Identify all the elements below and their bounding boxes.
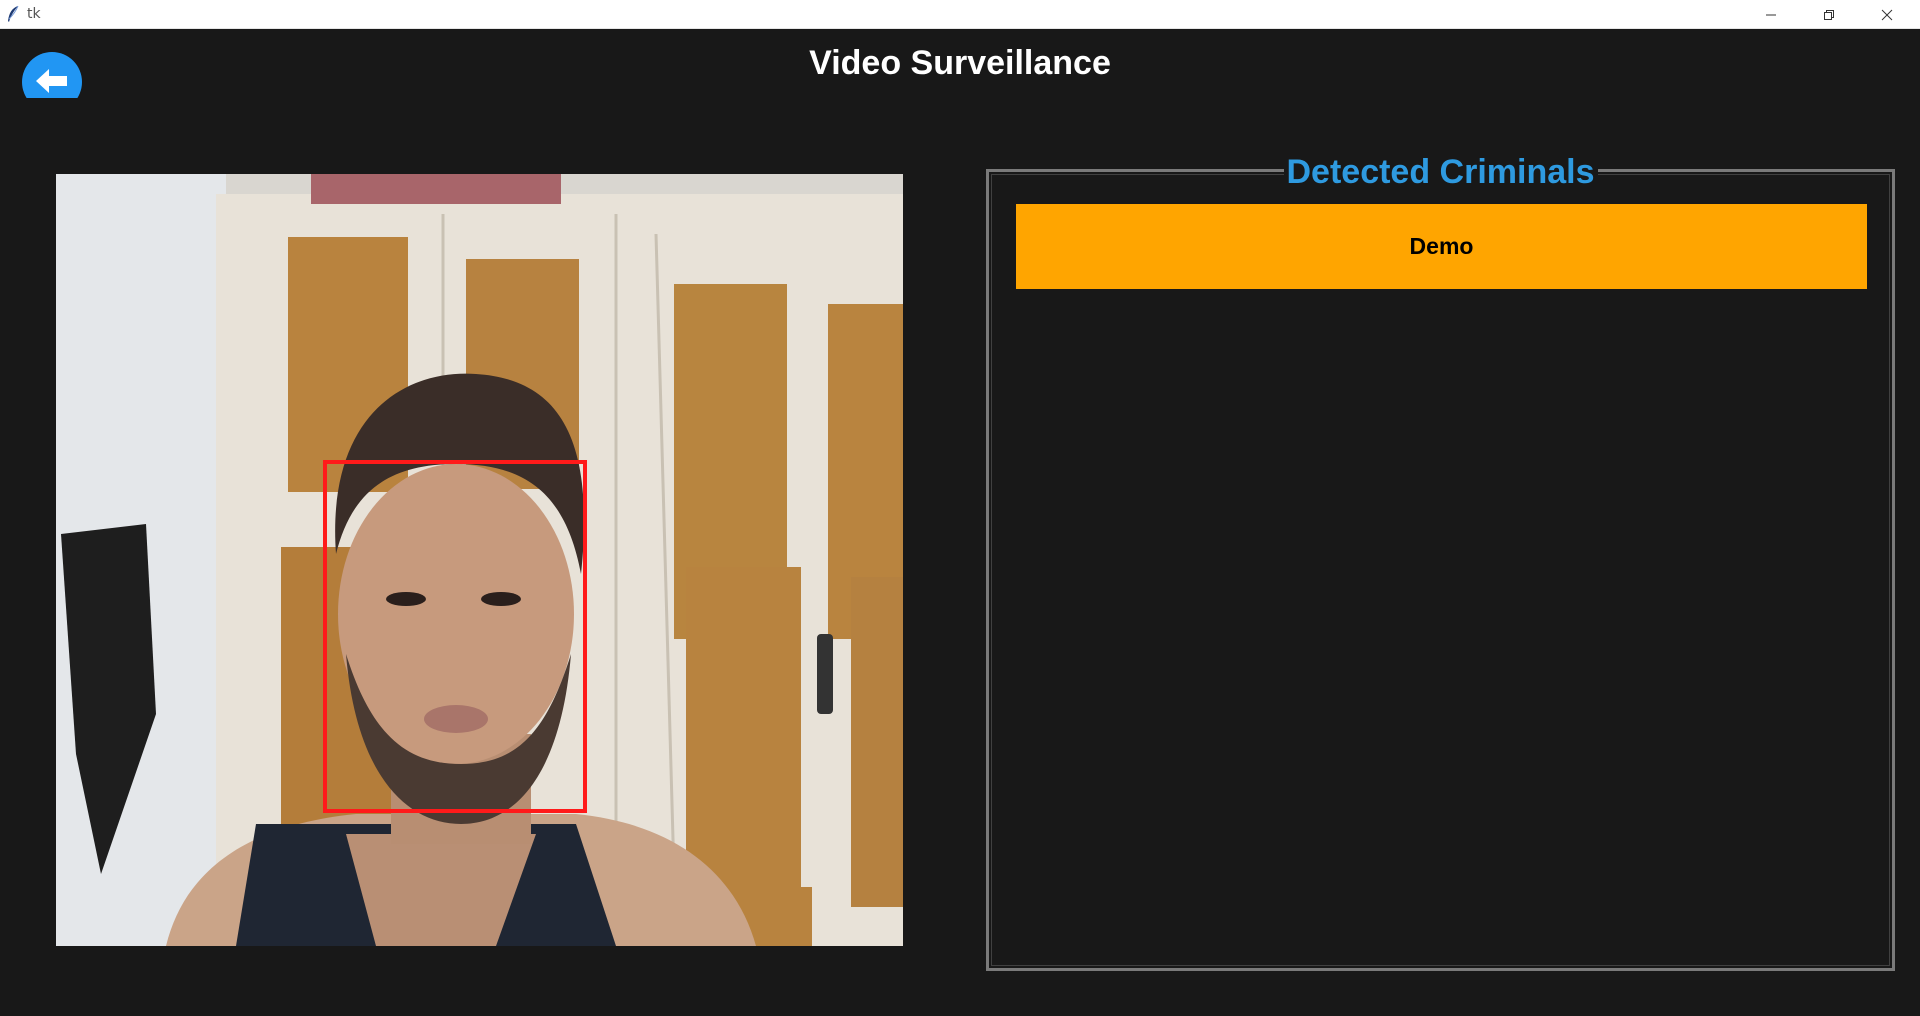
feather-icon xyxy=(8,5,19,22)
close-icon xyxy=(1881,9,1893,20)
criminal-item-label: Demo xyxy=(1409,233,1474,259)
criminal-item-demo[interactable]: Demo xyxy=(1016,204,1867,289)
close-button[interactable] xyxy=(1858,0,1916,29)
window-title: tk xyxy=(27,6,41,22)
video-feed xyxy=(56,174,903,946)
face-detection-box xyxy=(323,460,587,813)
panel-inner-border xyxy=(991,174,1890,966)
detected-criminals-panel: Detected Criminals Demo xyxy=(986,154,1895,971)
restore-button[interactable] xyxy=(1800,0,1858,29)
window-titlebar: tk xyxy=(0,0,1920,29)
app-window: Video Surveillance Detected Criminals De… xyxy=(0,30,1920,1016)
minimize-icon xyxy=(1766,14,1776,15)
page-title: Video Surveillance xyxy=(809,44,1111,82)
restore-icon xyxy=(1824,9,1834,20)
minimize-button[interactable] xyxy=(1742,0,1800,29)
